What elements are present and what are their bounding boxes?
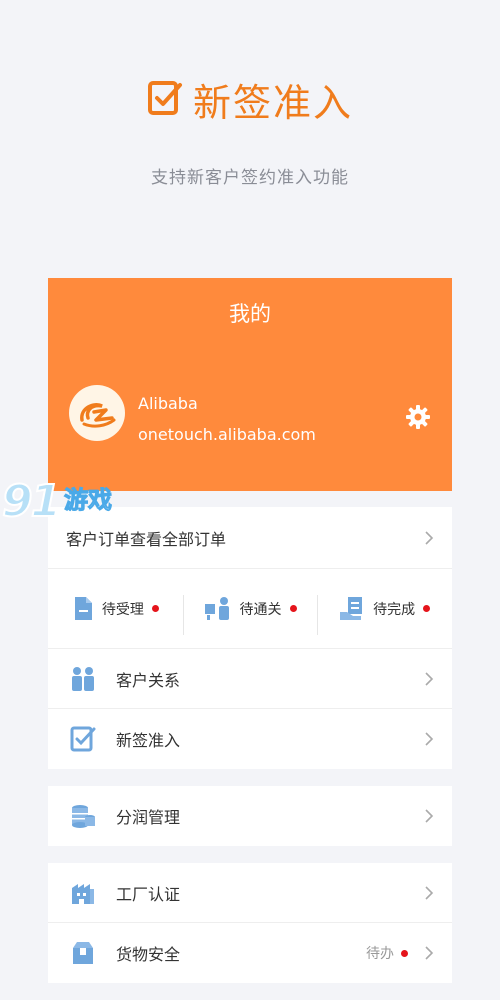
menu-item-customer-relations[interactable]: 客户关系 (48, 649, 452, 709)
status-label: 待完成 (373, 601, 416, 618)
status-label: 待受理 (101, 601, 144, 618)
factory-card: 工厂认证 货物安全 待办 (48, 863, 452, 983)
view-all-orders-link[interactable]: 查看全部订单 (130, 526, 226, 550)
notification-dot (289, 605, 297, 612)
status-label: 待通关 (239, 601, 282, 618)
menu-label: 工厂认证 (116, 884, 181, 904)
coins-icon (68, 801, 98, 831)
menu-item-profit-sharing[interactable]: 分润管理 (48, 786, 452, 846)
alibaba-logo-icon (80, 403, 116, 428)
profile-header: 我的 Alibaba onetouch.alibaba.com (48, 278, 452, 491)
orders-card: 客户订单 查看全部订单 待受理 待通关 待完成 客户关系 新签准入 (48, 507, 452, 769)
menu-item-factory-cert[interactable]: 工厂认证 (48, 863, 452, 923)
document-icon (74, 596, 92, 620)
menu-label: 客户关系 (116, 670, 181, 690)
edit-document-icon (147, 80, 183, 120)
customs-icon (204, 596, 229, 620)
notification-dot (151, 605, 159, 612)
order-status-row: 待受理 待通关 待完成 (48, 569, 452, 649)
chevron-right-icon (425, 946, 434, 960)
menu-label: 新签准入 (116, 731, 181, 750)
factory-icon (68, 878, 98, 908)
watermark-url: 91danji.com (66, 510, 135, 521)
people-icon (68, 664, 98, 694)
hero-title-text: 新签准入 (192, 81, 353, 125)
notification-dot (401, 949, 408, 957)
box-icon (68, 938, 98, 968)
todo-status: 待办 (366, 946, 394, 962)
watermark-logo: 91 游戏 91danji.com (1, 475, 142, 532)
hand-document-icon (340, 596, 363, 620)
chevron-right-icon (425, 531, 434, 545)
chevron-right-icon (425, 732, 434, 746)
menu-label: 分润管理 (116, 808, 181, 827)
chevron-right-icon (425, 809, 434, 823)
gear-icon[interactable] (406, 405, 430, 429)
phone-screen: 我的 Alibaba onetouch.alibaba.com 客户订单 查看全… (48, 278, 452, 1000)
watermark-number: 91 (1, 475, 62, 528)
menu-item-cargo-safety[interactable]: 货物安全 待办 (48, 923, 452, 983)
status-pending-acceptance[interactable]: 待受理 (48, 569, 183, 648)
notification-dot (423, 605, 431, 612)
menu-label: 货物安全 (116, 945, 181, 964)
chevron-right-icon (425, 886, 434, 900)
chevron-right-icon (425, 672, 434, 686)
user-email: onetouch.alibaba.com (138, 425, 316, 444)
profit-card: 分润管理 (48, 786, 452, 846)
avatar[interactable] (69, 385, 125, 441)
status-pending-completion[interactable]: 待完成 (317, 569, 452, 648)
menu-item-new-sign[interactable]: 新签准入 (48, 709, 452, 769)
hero-subtitle: 支持新客户签约准入功能 (151, 168, 349, 188)
hero-title: 新签准入 (0, 72, 500, 127)
status-pending-customs[interactable]: 待通关 (182, 569, 318, 648)
user-name: Alibaba (138, 394, 198, 413)
edit-document-icon (68, 724, 98, 754)
page-title: 我的 (229, 302, 271, 326)
